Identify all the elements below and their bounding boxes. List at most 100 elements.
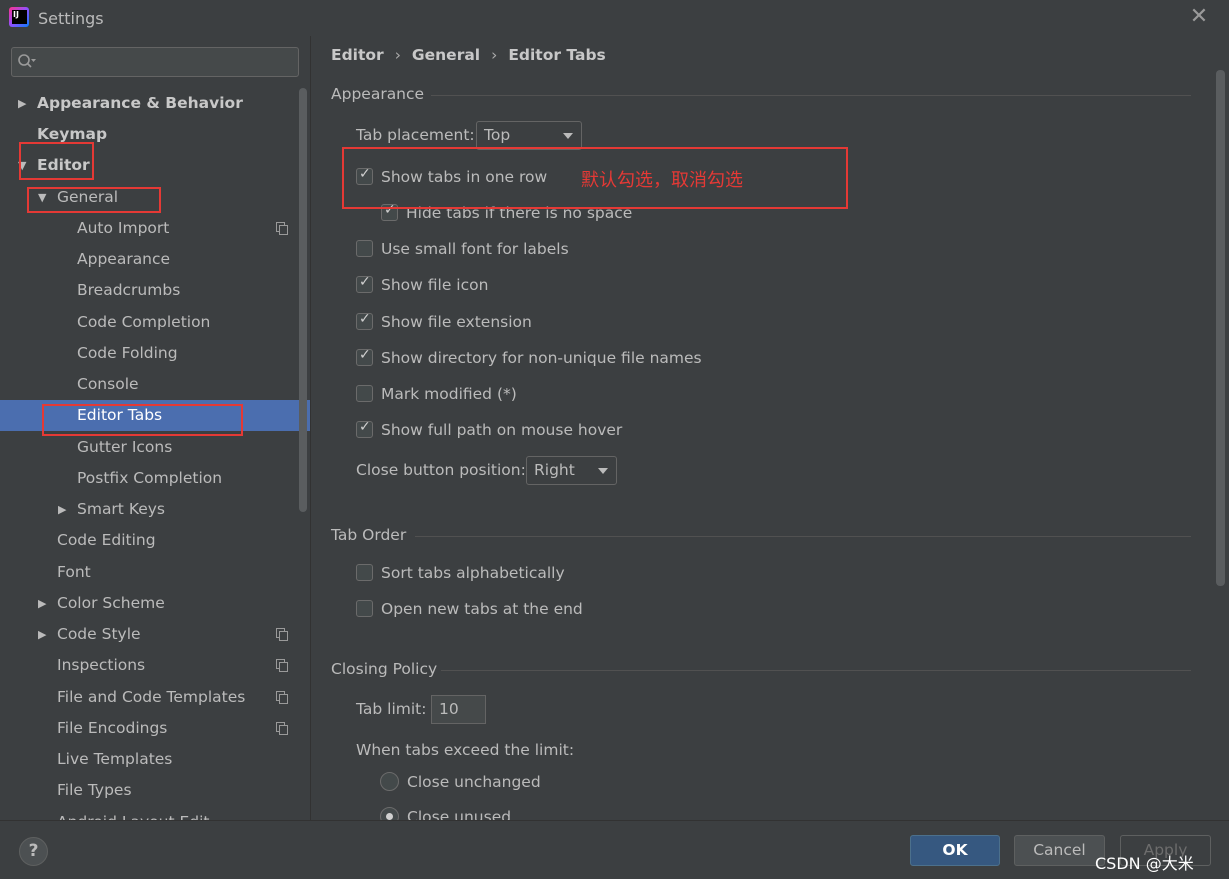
sidebar-item-auto-import[interactable]: Auto Import: [0, 213, 310, 244]
dialog-footer: ? OK Cancel Apply CSDN @大米: [0, 820, 1229, 879]
project-settings-icon: [276, 691, 288, 704]
settings-content: Editor › General › Editor Tabs Appearance Ta…: [311, 36, 1229, 820]
mark-modified-checkbox[interactable]: [356, 385, 373, 402]
watermark: CSDN @大米: [1095, 854, 1194, 873]
sidebar-item-label: Gutter Icons: [77, 438, 173, 456]
full-path-hover-label: Show full path on mouse hover: [381, 421, 623, 439]
content-scrollbar[interactable]: [1216, 70, 1225, 586]
sidebar-item-label: Appearance & Behavior: [37, 94, 243, 112]
breadcrumb-general[interactable]: General: [412, 46, 480, 64]
section-divider: [431, 95, 1191, 96]
sidebar-item-label: Live Templates: [57, 750, 173, 768]
sidebar-item-smart-keys[interactable]: ▶ Smart Keys: [0, 494, 310, 525]
sidebar-item-appearance-behavior[interactable]: ▶ Appearance & Behavior: [0, 88, 310, 119]
sidebar-item-file-encodings[interactable]: File Encodings: [0, 713, 310, 744]
sidebar-item-console[interactable]: Console: [0, 369, 310, 400]
sidebar-item-android-layout-editor[interactable]: Android Layout Edit: [0, 807, 310, 820]
mark-modified-label: Mark modified (*): [381, 385, 517, 403]
sidebar-item-label: Android Layout Edit: [57, 807, 210, 820]
expand-arrow-icon[interactable]: ▶: [38, 619, 50, 650]
chevron-down-icon: [563, 133, 573, 139]
sort-alphabetically-label: Sort tabs alphabetically: [381, 564, 565, 582]
breadcrumb-separator: ›: [394, 46, 401, 64]
project-settings-icon: [276, 222, 288, 235]
expand-arrow-icon[interactable]: ▶: [38, 588, 50, 619]
sidebar-item-code-folding[interactable]: Code Folding: [0, 338, 310, 369]
breadcrumb-separator: ›: [491, 46, 498, 64]
sort-alphabetically-checkbox[interactable]: [356, 564, 373, 581]
sidebar-item-label: Code Completion: [77, 313, 211, 331]
sidebar-item-label: Color Scheme: [57, 594, 165, 612]
expand-arrow-icon[interactable]: ▶: [18, 88, 30, 119]
sidebar-item-label: File and Code Templates: [57, 688, 246, 706]
close-unused-label: Close unused: [407, 808, 512, 820]
close-icon[interactable]: ✕: [1188, 6, 1210, 28]
search-icon: [18, 54, 36, 68]
show-directory-checkbox[interactable]: [356, 347, 373, 366]
help-button[interactable]: ?: [19, 837, 48, 866]
open-new-tabs-end-checkbox[interactable]: [356, 600, 373, 617]
tab-placement-select[interactable]: Top: [476, 121, 582, 150]
expand-arrow-icon[interactable]: ▶: [58, 494, 70, 525]
annotation-note: 默认勾选，取消勾选: [581, 170, 743, 191]
sidebar-item-label: Code Folding: [77, 344, 178, 362]
sidebar-item-label: Postfix Completion: [77, 469, 223, 487]
section-tab-order-heading: Tab Order: [331, 526, 407, 544]
sidebar-item-appearance[interactable]: Appearance: [0, 244, 310, 275]
sidebar-item-gutter-icons[interactable]: Gutter Icons: [0, 432, 310, 463]
ok-button[interactable]: OK: [910, 835, 1000, 866]
breadcrumb-editor[interactable]: Editor: [331, 46, 384, 64]
breadcrumb-editor-tabs: Editor Tabs: [508, 46, 606, 64]
sidebar-item-label: Code Style: [57, 625, 141, 643]
sidebar-item-inspections[interactable]: Inspections: [0, 650, 310, 681]
sidebar-item-code-style[interactable]: ▶ Code Style: [0, 619, 310, 650]
sidebar-item-code-editing[interactable]: Code Editing: [0, 525, 310, 556]
sidebar-item-label: Breadcrumbs: [77, 281, 181, 299]
sidebar-item-label: Smart Keys: [77, 500, 165, 518]
close-unused-radio[interactable]: [380, 807, 399, 820]
full-path-hover-checkbox[interactable]: [356, 419, 373, 438]
project-settings-icon: [276, 659, 288, 672]
show-file-icon-checkbox[interactable]: [356, 274, 373, 293]
close-unchanged-radio[interactable]: [380, 772, 399, 791]
section-appearance-heading: Appearance: [331, 85, 425, 103]
tab-placement-label: Tab placement:: [356, 126, 475, 144]
tab-limit-input[interactable]: 10: [431, 695, 486, 724]
cancel-button[interactable]: Cancel: [1014, 835, 1105, 866]
sidebar-item-code-completion[interactable]: Code Completion: [0, 307, 310, 338]
sidebar-scrollbar[interactable]: [299, 88, 307, 512]
section-divider: [441, 670, 1191, 671]
section-divider: [415, 536, 1191, 537]
close-button-position-label: Close button position:: [356, 461, 526, 479]
search-input[interactable]: [11, 47, 299, 77]
show-file-extension-checkbox[interactable]: [356, 311, 373, 330]
section-closing-policy-heading: Closing Policy: [331, 660, 438, 678]
close-button-position-select[interactable]: Right: [526, 456, 617, 485]
breadcrumb: Editor › General › Editor Tabs: [331, 46, 606, 64]
annotation-box-editor: [19, 142, 94, 180]
chevron-down-icon: [598, 468, 608, 474]
sidebar-item-breadcrumbs[interactable]: Breadcrumbs: [0, 275, 310, 306]
sidebar-item-label: Code Editing: [57, 531, 156, 549]
sidebar-item-label: Font: [57, 563, 91, 581]
sidebar-item-label: Inspections: [57, 656, 146, 674]
sidebar-item-file-types[interactable]: File Types: [0, 775, 310, 806]
sidebar-item-color-scheme[interactable]: ▶ Color Scheme: [0, 588, 310, 619]
annotation-box-editor-tabs: [42, 404, 243, 436]
tab-placement-value: Top: [484, 126, 511, 144]
sidebar-item-label: Console: [77, 375, 139, 393]
close-unchanged-label: Close unchanged: [407, 773, 541, 791]
small-font-labels-label: Use small font for labels: [381, 240, 569, 258]
sidebar-item-live-templates[interactable]: Live Templates: [0, 744, 310, 775]
sidebar-item-postfix-completion[interactable]: Postfix Completion: [0, 463, 310, 494]
small-font-labels-checkbox[interactable]: [356, 240, 373, 257]
settings-window: Settings ✕ ▶ Appearance & Behavior Keyma…: [0, 0, 1229, 879]
sidebar-item-label: File Encodings: [57, 719, 168, 737]
settings-sidebar: ▶ Appearance & Behavior Keymap ▼ Editor …: [0, 36, 310, 820]
open-new-tabs-end-label: Open new tabs at the end: [381, 600, 583, 618]
sidebar-item-label: File Types: [57, 781, 132, 799]
title-bar: Settings ✕: [0, 0, 1229, 36]
sidebar-item-file-code-templates[interactable]: File and Code Templates: [0, 682, 310, 713]
sidebar-item-font[interactable]: Font: [0, 557, 310, 588]
project-settings-icon: [276, 628, 288, 641]
